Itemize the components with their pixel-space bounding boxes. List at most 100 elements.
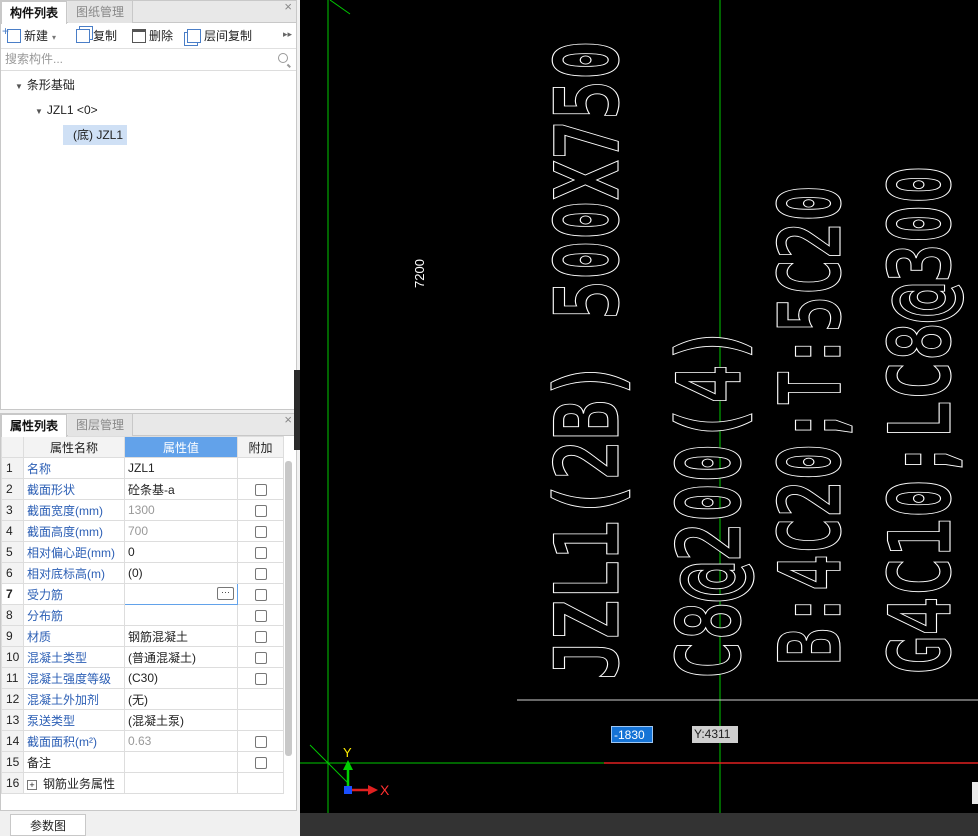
- property-value[interactable]: 钢筋混凝土: [124, 625, 238, 647]
- table-row[interactable]: 13 泵送类型 (混凝土泵): [1, 709, 284, 731]
- table-row[interactable]: 10 混凝土类型 (普通混凝土): [1, 646, 284, 668]
- extra-checkbox[interactable]: [254, 483, 267, 496]
- property-value[interactable]: 0: [124, 541, 238, 563]
- table-row[interactable]: 3 截面宽度(mm) 1300: [1, 499, 284, 521]
- table-row[interactable]: 4 截面高度(mm) 700: [1, 520, 284, 542]
- close-icon[interactable]: ×: [284, 0, 292, 14]
- tab-parameter-diagram[interactable]: 参数图: [10, 814, 86, 836]
- tree-node-jzl1[interactable]: ▼ JZL1 <0>: [35, 100, 98, 120]
- table-row[interactable]: 6 相对底标高(m) (0): [1, 562, 284, 584]
- tab-component-list[interactable]: 构件列表: [1, 1, 68, 24]
- row-number: 12: [1, 688, 24, 710]
- expand-triangle-icon[interactable]: ▼: [15, 77, 23, 97]
- table-row[interactable]: 2 截面形状 砼条基-a: [1, 478, 284, 500]
- extra-checkbox[interactable]: [254, 756, 267, 769]
- tab-layer-management[interactable]: 图层管理: [68, 414, 134, 436]
- vertical-scrollbar[interactable]: [285, 461, 292, 756]
- table-row[interactable]: 7 受力筋 ···: [1, 583, 284, 605]
- table-row[interactable]: 1 名称 JZL1: [1, 457, 284, 479]
- cad-drawing: JZL1(2B) 500X750 C8@200(4) B:4C20;T:5C20…: [300, 0, 978, 836]
- extra-cell: [237, 625, 284, 647]
- copy-button[interactable]: 复制: [76, 27, 117, 45]
- delete-button[interactable]: 删除: [132, 27, 173, 45]
- more-icon[interactable]: ▸▸: [283, 29, 292, 40]
- extra-checkbox[interactable]: [254, 735, 267, 748]
- property-value[interactable]: [124, 604, 238, 626]
- ellipsis-button[interactable]: ···: [217, 587, 234, 600]
- property-value[interactable]: (无): [124, 688, 238, 710]
- property-value[interactable]: 0.63: [124, 730, 238, 752]
- property-value-editor[interactable]: ···: [124, 583, 238, 605]
- tab-property-list[interactable]: 属性列表: [1, 414, 68, 437]
- property-group[interactable]: + 钢筋业务属性: [23, 772, 125, 794]
- property-value[interactable]: (混凝土泵): [124, 709, 238, 731]
- property-name: 受力筋: [23, 583, 125, 605]
- property-name: 截面形状: [23, 478, 125, 500]
- table-row[interactable]: 16 + 钢筋业务属性: [1, 772, 284, 794]
- row-number: 8: [1, 604, 24, 626]
- coordinate-x-input[interactable]: -1830: [611, 726, 653, 743]
- new-label: 新建: [24, 29, 49, 43]
- extra-checkbox[interactable]: [254, 525, 267, 538]
- property-value[interactable]: 砼条基-a: [124, 478, 238, 500]
- property-value[interactable]: (C30): [124, 667, 238, 689]
- row-number: 5: [1, 541, 24, 563]
- ucs-origin-marker: [344, 786, 352, 794]
- property-name: 相对底标高(m): [23, 562, 125, 584]
- cad-canvas[interactable]: JZL1(2B) 500X750 C8@200(4) B:4C20;T:5C20…: [300, 0, 978, 836]
- row-number: 14: [1, 730, 24, 752]
- table-row[interactable]: 12 混凝土外加剂 (无): [1, 688, 284, 710]
- property-value[interactable]: [124, 772, 238, 794]
- copy-icon: [76, 29, 90, 43]
- coordinate-y-input[interactable]: Y:4311: [692, 726, 738, 743]
- property-name: 截面面积(m²): [23, 730, 125, 752]
- extra-checkbox[interactable]: [254, 672, 267, 685]
- table-row[interactable]: 8 分布筋: [1, 604, 284, 626]
- extra-checkbox[interactable]: [254, 567, 267, 580]
- extra-cell: [237, 562, 284, 584]
- tree-node-strip-foundation[interactable]: ▼ 条形基础: [15, 75, 75, 95]
- tab-drawing-management[interactable]: 图纸管理: [68, 1, 134, 23]
- new-button[interactable]: 新建▾: [2, 22, 56, 45]
- extra-checkbox[interactable]: [254, 504, 267, 517]
- table-row[interactable]: 11 混凝土强度等级 (C30): [1, 667, 284, 689]
- row-number: 9: [1, 625, 24, 647]
- component-toolbar: 新建▾ 复制 删除 层间复制 ▸▸: [1, 22, 296, 49]
- dimension-label: 7200: [412, 259, 427, 288]
- expand-plus-icon[interactable]: +: [27, 779, 37, 790]
- property-value[interactable]: 700: [124, 520, 238, 542]
- extra-checkbox[interactable]: [254, 609, 267, 622]
- property-value[interactable]: JZL1: [124, 457, 238, 479]
- annotation-text-4: G4C10;LC8@300: [871, 165, 971, 675]
- floor-copy-button[interactable]: 层间复制: [187, 27, 252, 45]
- extra-checkbox[interactable]: [254, 546, 267, 559]
- table-row[interactable]: 15 备注: [1, 751, 284, 773]
- extra-cell: [237, 772, 284, 794]
- property-value[interactable]: [124, 751, 238, 773]
- close-icon[interactable]: ×: [284, 412, 292, 427]
- header-extra: 附加: [237, 436, 284, 458]
- extra-checkbox[interactable]: [254, 630, 267, 643]
- table-row[interactable]: 14 截面面积(m²) 0.63: [1, 730, 284, 752]
- property-value[interactable]: 1300: [124, 499, 238, 521]
- row-number: 16: [1, 772, 24, 794]
- left-sidebar: 构件列表 图纸管理 × 新建▾ 复制 删除 层间复制 ▸▸ ▼条形基础: [0, 0, 300, 836]
- property-list-panel: 属性列表 图层管理 × 属性名称 属性值 附加 1 名称 JZL1 2 截面形状…: [0, 412, 297, 811]
- property-group-label: 钢筋业务属性: [43, 776, 116, 791]
- row-number: 10: [1, 646, 24, 668]
- extra-checkbox[interactable]: [254, 588, 267, 601]
- search-input[interactable]: [1, 49, 261, 69]
- search-icon[interactable]: [278, 53, 288, 63]
- tree-node-label: 条形基础: [26, 78, 75, 92]
- table-row[interactable]: 9 材质 钢筋混凝土: [1, 625, 284, 647]
- tree-node-bottom-jzl1[interactable]: (底) JZL1: [63, 125, 128, 145]
- row-number: 3: [1, 499, 24, 521]
- chevron-down-icon[interactable]: ▾: [52, 33, 56, 42]
- expand-triangle-icon[interactable]: ▼: [35, 102, 43, 122]
- property-value[interactable]: (普通混凝土): [124, 646, 238, 668]
- table-row[interactable]: 5 相对偏心距(mm) 0: [1, 541, 284, 563]
- component-tabs: 构件列表 图纸管理 ×: [1, 0, 296, 24]
- property-value[interactable]: (0): [124, 562, 238, 584]
- property-name: 材质: [23, 625, 125, 647]
- extra-checkbox[interactable]: [254, 651, 267, 664]
